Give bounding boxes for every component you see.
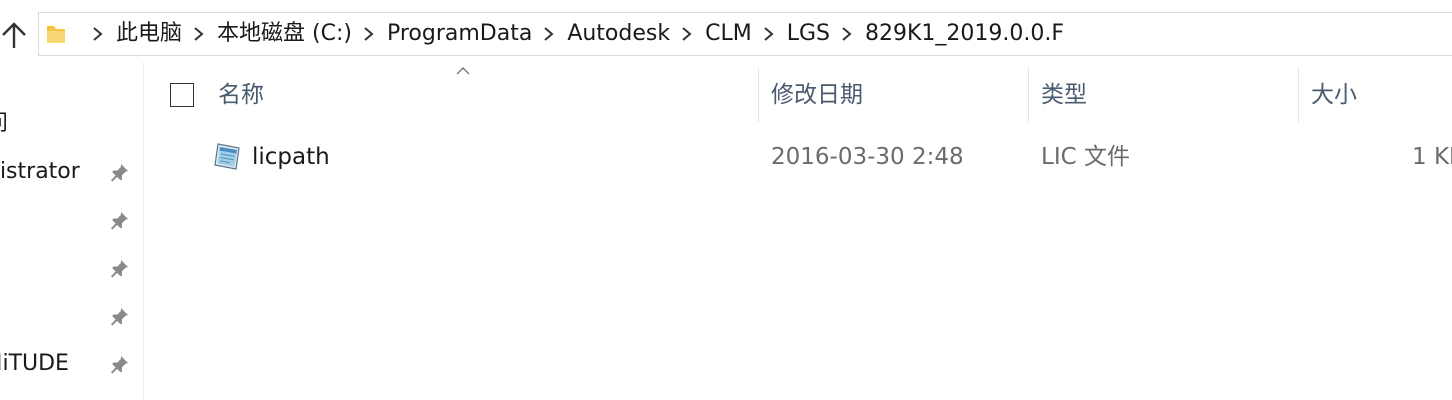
breadcrumb-lgs[interactable]: LGS <box>787 12 830 56</box>
folder-icon <box>47 26 65 43</box>
file-name[interactable]: licpath <box>252 132 330 182</box>
file-explorer-window: 此电脑 本地磁盘 (C:) ProgramData Autodesk CLM L… <box>0 0 1452 400</box>
nav-item-label: nistrator <box>0 159 80 184</box>
breadcrumb-this-pc[interactable]: 此电脑 <box>116 12 182 56</box>
pin-icon[interactable] <box>110 210 130 230</box>
chevron-right-icon[interactable] <box>842 27 852 41</box>
breadcrumb-programdata[interactable]: ProgramData <box>387 12 532 56</box>
column-divider[interactable] <box>1028 68 1029 122</box>
nav-item-2[interactable] <box>0 203 143 237</box>
pin-icon[interactable] <box>110 306 130 326</box>
nav-item-label: 问 <box>0 107 8 141</box>
navigation-pane: 问 nistrator a NiTUDE <box>0 62 144 400</box>
file-modified-date: 2016-03-30 2:48 <box>771 144 964 170</box>
chevron-right-icon[interactable] <box>93 27 103 41</box>
chevron-right-icon[interactable] <box>544 27 554 41</box>
nav-item-5[interactable]: NiTUDE <box>0 347 143 381</box>
column-header-size[interactable]: 大小 <box>1311 68 1357 122</box>
select-all-checkbox[interactable] <box>170 83 194 107</box>
breadcrumb-autodesk[interactable]: Autodesk <box>567 12 670 56</box>
chevron-right-icon[interactable] <box>682 27 692 41</box>
up-arrow-icon[interactable] <box>0 20 28 50</box>
file-size: 1 KB <box>1412 144 1452 170</box>
column-header-type[interactable]: 类型 <box>1041 68 1087 122</box>
pin-icon[interactable] <box>110 354 130 374</box>
column-divider[interactable] <box>758 68 759 122</box>
file-type: LIC 文件 <box>1041 144 1130 170</box>
address-bar[interactable]: 此电脑 本地磁盘 (C:) ProgramData Autodesk CLM L… <box>38 12 1452 56</box>
nav-item-0[interactable]: 问 <box>0 107 143 141</box>
chevron-right-icon[interactable] <box>364 27 374 41</box>
nav-item-1[interactable]: nistrator <box>0 155 143 189</box>
breadcrumb-local-disk-c[interactable]: 本地磁盘 (C:) <box>217 12 352 56</box>
column-header-row: 名称 修改日期 类型 大小 <box>144 68 1452 122</box>
breadcrumb-clm[interactable]: CLM <box>705 12 752 56</box>
nav-item-label: NiTUDE <box>0 351 69 376</box>
column-header-modified[interactable]: 修改日期 <box>771 68 863 122</box>
file-row[interactable]: licpath 2016-03-30 2:48 LIC 文件 1 KB <box>144 132 1452 182</box>
column-divider[interactable] <box>1298 68 1299 122</box>
nav-item-3[interactable] <box>0 251 143 285</box>
nav-item-4[interactable]: a <box>0 299 143 333</box>
pin-icon[interactable] <box>110 258 130 278</box>
chevron-right-icon[interactable] <box>764 27 774 41</box>
notepad-file-icon <box>214 143 240 170</box>
chevron-right-icon[interactable] <box>194 27 204 41</box>
pin-icon[interactable] <box>110 162 130 182</box>
breadcrumb-current-folder[interactable]: 829K1_2019.0.0.F <box>865 12 1064 56</box>
column-header-name[interactable]: 名称 <box>218 68 264 122</box>
